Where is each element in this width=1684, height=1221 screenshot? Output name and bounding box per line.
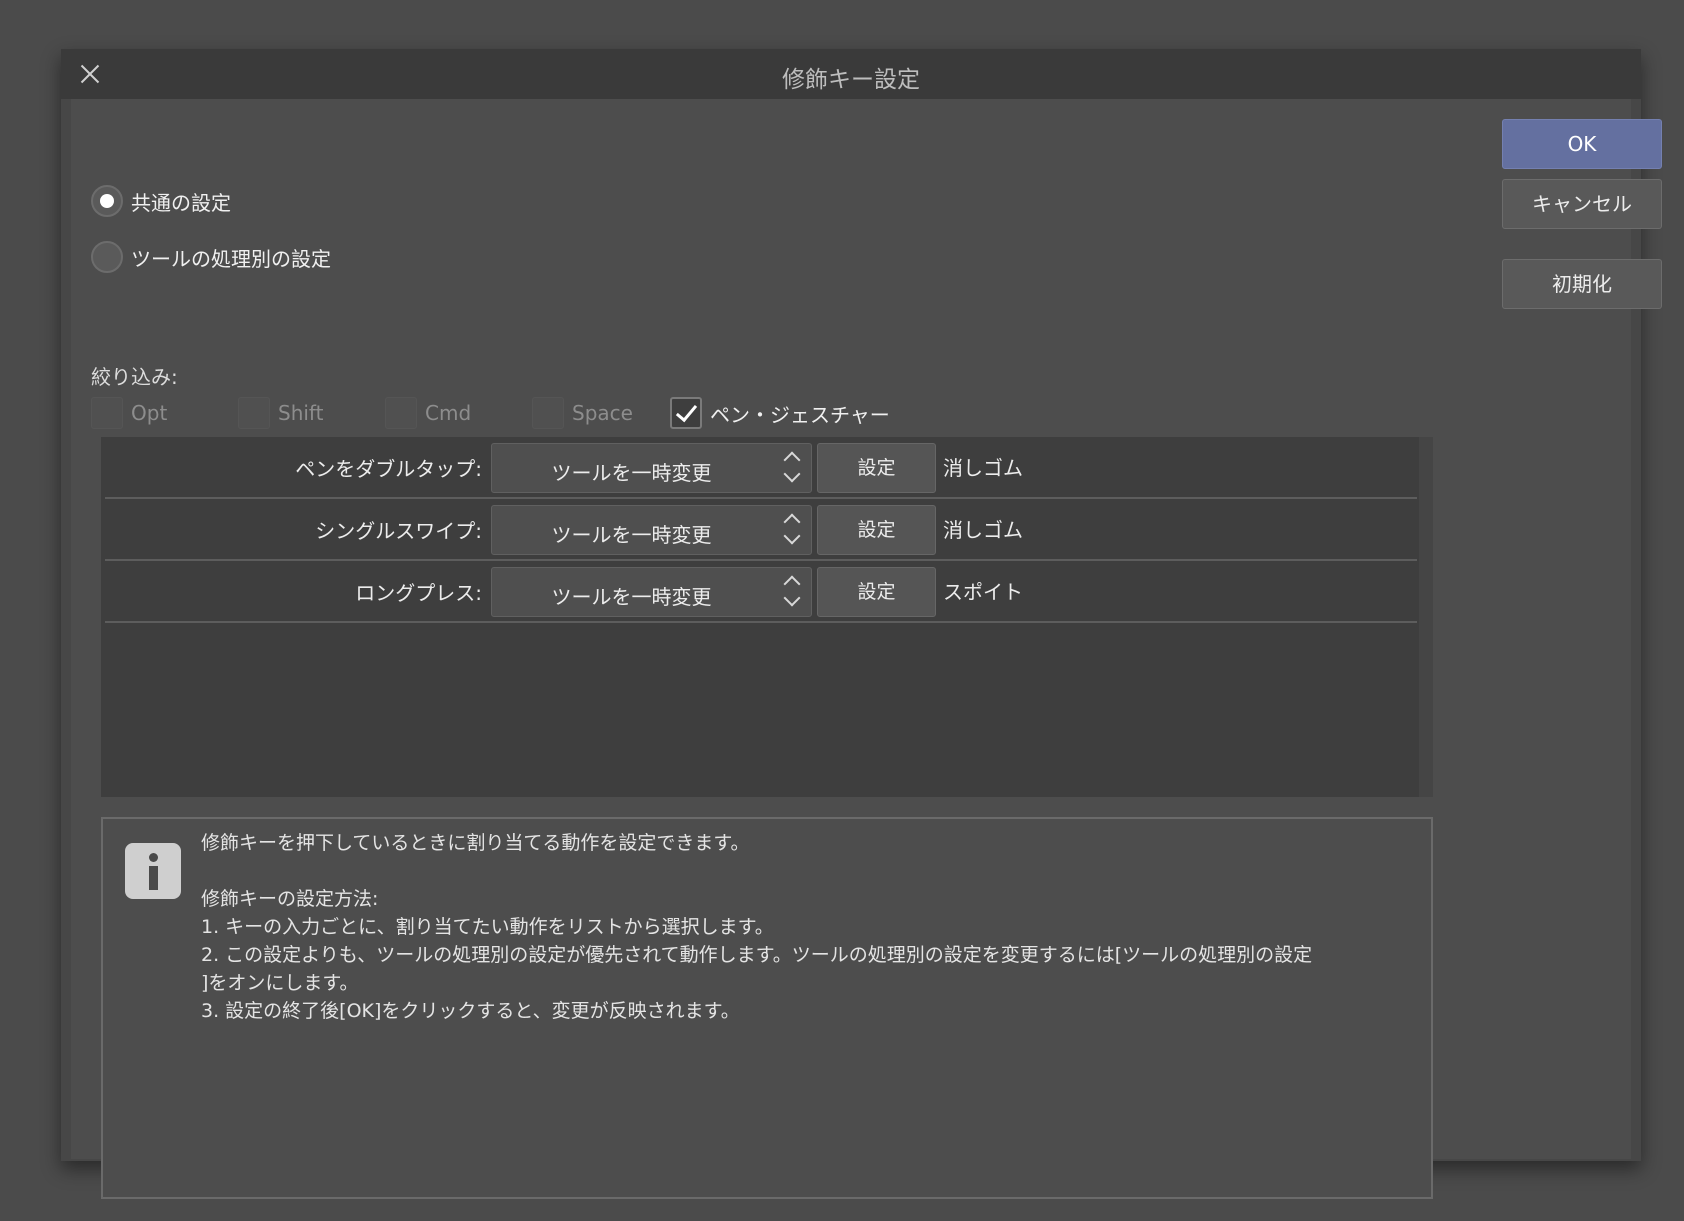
dialog-title: 修飾キー設定: [782, 67, 920, 93]
filter-shift-label: Shift: [278, 401, 324, 425]
filter-space[interactable]: Space: [532, 397, 646, 429]
info-icon: [125, 843, 181, 899]
filter-shift-checkbox[interactable]: [238, 397, 270, 429]
gesture-label: ペンをダブルタップ:: [295, 457, 482, 481]
action-stepper[interactable]: ツールを一時変更: [491, 505, 812, 555]
filter-space-label: Space: [572, 401, 633, 425]
set-button[interactable]: 設定: [817, 567, 936, 617]
info-line: 修飾キーを押下しているときに割り当てる動作を設定できます。: [201, 832, 750, 854]
info-line: 2. この設定よりも、ツールの処理別の設定が優先されて動作します。ツールの処理別…: [201, 944, 1313, 966]
set-button[interactable]: 設定: [817, 443, 936, 493]
filter-opt-checkbox[interactable]: [91, 397, 123, 429]
info-line: ]をオンにします。: [201, 972, 359, 994]
filter-opt-label: Opt: [131, 401, 168, 425]
list-item: ロングプレス: ツールを一時変更 設定 スポイト: [105, 561, 1417, 623]
radio-button-common[interactable]: [91, 185, 123, 217]
filter-checkboxes: Opt Shift Cmd Space ペン・ジェスチャー: [91, 397, 914, 429]
action-value: ツールを一時変更: [551, 461, 712, 485]
up-down-arrows-icon[interactable]: [781, 510, 805, 550]
dialog-content: 共通の設定 ツールの処理別の設定 絞り込み: Opt Shift Cmd Spa…: [71, 99, 1631, 1199]
filter-shift[interactable]: Shift: [238, 397, 361, 429]
title-bar: 修飾キー設定: [61, 49, 1641, 99]
filter-opt[interactable]: Opt: [91, 397, 214, 429]
filter-cmd-label: Cmd: [425, 401, 472, 425]
filter-label: 絞り込み:: [91, 365, 178, 389]
filter-cmd-checkbox[interactable]: [385, 397, 417, 429]
info-panel: 修飾キーを押下しているときに割り当てる動作を設定できます。 修飾キーの設定方法:…: [101, 817, 1433, 1199]
set-button[interactable]: 設定: [817, 505, 936, 555]
assigned-tool: スポイト: [943, 580, 1023, 604]
radio-label-per-tool: ツールの処理別の設定: [131, 246, 331, 271]
radio-button-per-tool[interactable]: [91, 241, 123, 273]
assigned-tool: 消しゴム: [943, 518, 1023, 542]
list-item: ペンをダブルタップ: ツールを一時変更 設定 消しゴム: [105, 437, 1417, 499]
filter-space-checkbox[interactable]: [532, 397, 564, 429]
list-item: シングルスワイプ: ツールを一時変更 設定 消しゴム: [105, 499, 1417, 561]
action-stepper[interactable]: ツールを一時変更: [491, 443, 812, 493]
info-line: 3. 設定の終了後[OK]をクリックすると、変更が反映されます。: [201, 1000, 740, 1022]
filter-pen-gesture-label: ペン・ジェスチャー: [710, 402, 890, 427]
radio-common-settings[interactable]: 共通の設定: [91, 185, 231, 217]
filter-cmd[interactable]: Cmd: [385, 397, 508, 429]
modifier-key-settings-dialog: 修飾キー設定 共通の設定 ツールの処理別の設定 絞り込み: Opt Shift …: [61, 49, 1662, 1199]
filter-pen-gesture[interactable]: ペン・ジェスチャー: [670, 397, 890, 429]
info-line: 修飾キーの設定方法:: [201, 888, 379, 910]
action-value: ツールを一時変更: [551, 523, 712, 547]
radio-label-common: 共通の設定: [131, 190, 231, 215]
cancel-button[interactable]: キャンセル: [1502, 179, 1662, 229]
reset-button[interactable]: 初期化: [1502, 259, 1662, 309]
radio-per-tool-settings[interactable]: ツールの処理別の設定: [91, 241, 331, 273]
action-value: ツールを一時変更: [551, 585, 712, 609]
up-down-arrows-icon[interactable]: [781, 572, 805, 612]
list-scrollbar[interactable]: [1419, 437, 1433, 797]
filter-pen-gesture-checkbox[interactable]: [670, 397, 702, 429]
action-stepper[interactable]: ツールを一時変更: [491, 567, 812, 617]
gesture-label: ロングプレス:: [355, 581, 482, 605]
assigned-tool: 消しゴム: [943, 456, 1023, 480]
info-text: 修飾キーを押下しているときに割り当てる動作を設定できます。 修飾キーの設定方法:…: [201, 829, 1421, 1025]
ok-button[interactable]: OK: [1502, 119, 1662, 169]
gesture-list: ペンをダブルタップ: ツールを一時変更 設定 消しゴム シングルスワイプ: ツー…: [101, 437, 1433, 797]
gesture-label: シングルスワイプ:: [315, 519, 482, 543]
up-down-arrows-icon[interactable]: [781, 448, 805, 488]
info-line: 1. キーの入力ごとに、割り当てたい動作をリストから選択します。: [201, 916, 774, 938]
